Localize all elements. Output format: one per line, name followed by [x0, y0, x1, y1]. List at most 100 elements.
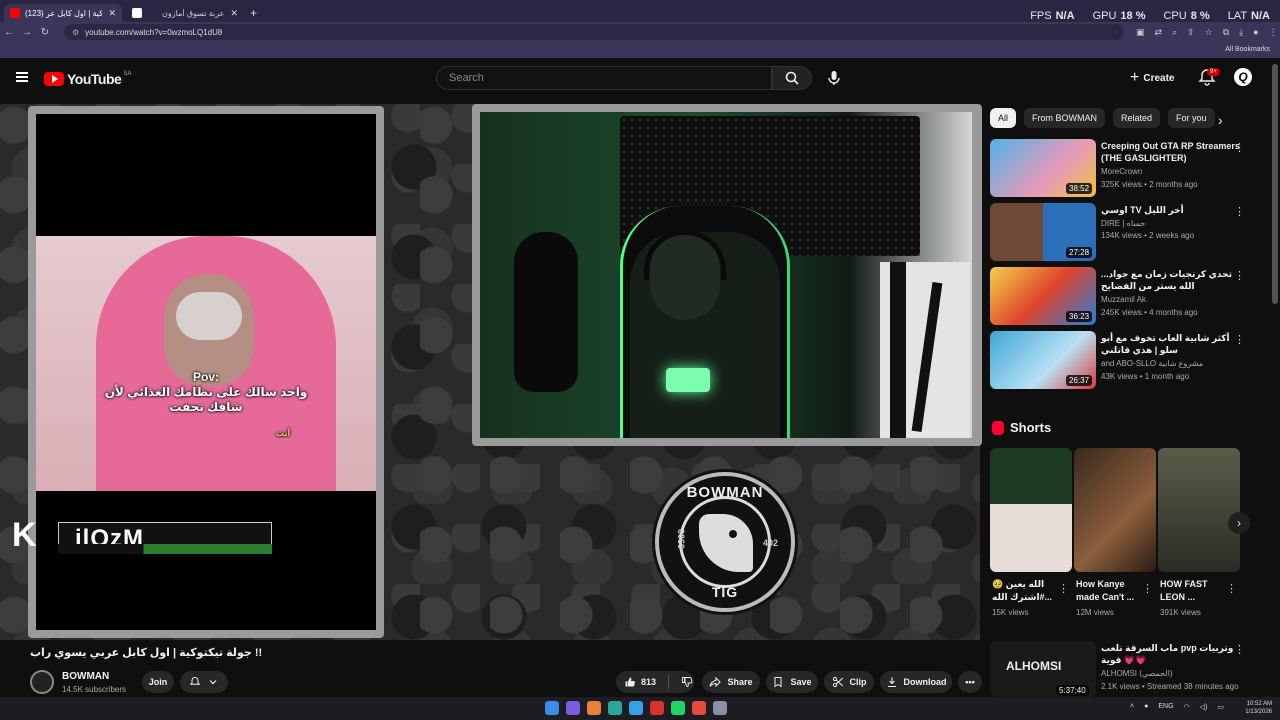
recommendation-title[interactable]: ماب السرقة نلعب pvp وتربيات قوية 💗💗: [1101, 642, 1241, 666]
wifi-icon[interactable]: ◠: [1184, 703, 1190, 711]
more-vertical-icon[interactable]: ⋮: [1234, 333, 1245, 346]
clip-button[interactable]: Clip: [824, 671, 874, 693]
page-scrollbar[interactable]: [1272, 64, 1278, 304]
install-app-icon[interactable]: ▣: [1136, 27, 1145, 38]
recommendation-channel[interactable]: MoreCrown: [1101, 167, 1142, 176]
browser-tab-amazon[interactable]: عربة تسوق أمازون ✕: [126, 4, 244, 22]
chevron-right-icon[interactable]: ›: [1218, 112, 1223, 128]
taskbar-app-icon[interactable]: [629, 701, 643, 715]
search-input[interactable]: [437, 67, 771, 89]
share-page-icon[interactable]: ⇪: [1187, 27, 1195, 38]
video-title: جولة تيكتوكية | اول كابل عربي يسوي راب !…: [30, 647, 263, 659]
site-info-icon[interactable]: ⚙: [72, 28, 79, 37]
short-title[interactable]: HOW FAST LEON ...: [1160, 578, 1230, 604]
zoom-icon[interactable]: ⌕: [1172, 27, 1177, 38]
short-title[interactable]: How Kanye made Can't ...: [1076, 578, 1146, 604]
duration-badge: 38:52: [1066, 183, 1093, 194]
taskbar-app-icon[interactable]: [608, 701, 622, 715]
new-tab-button[interactable]: +: [250, 6, 257, 20]
subscribed-bell-button[interactable]: [180, 671, 228, 693]
more-vertical-icon[interactable]: ⋮: [1234, 205, 1245, 218]
chip-all[interactable]: All: [990, 108, 1017, 128]
mic-tray-icon[interactable]: ●: [1144, 703, 1148, 711]
language-indicator[interactable]: ENG: [1158, 703, 1173, 711]
short-thumbnail[interactable]: [990, 448, 1072, 572]
share-button[interactable]: Share: [702, 671, 760, 693]
taskbar-app-icon[interactable]: [671, 701, 685, 715]
more-vertical-icon[interactable]: ⋮: [1226, 582, 1237, 595]
duration-badge: 27:28: [1066, 247, 1093, 258]
browser-tab-youtube[interactable]: (123) جولة تيكتوكية | اول كابل عر ✕: [4, 4, 122, 22]
volume-icon[interactable]: ◁): [1200, 703, 1208, 711]
bookmark-star-icon[interactable]: ☆: [1205, 27, 1213, 38]
recommendation-item[interactable]: 36:23 تحدي كرنجيات زمان مع جواد... الله …: [990, 267, 1260, 325]
profile-icon[interactable]: ●: [1253, 27, 1258, 38]
search-button[interactable]: [772, 66, 812, 90]
recommendation-title[interactable]: اوسي TV أخر الليل: [1101, 204, 1241, 216]
forward-arrow-icon[interactable]: →: [18, 27, 36, 38]
save-button[interactable]: Save: [766, 671, 818, 693]
recommendation-item[interactable]: 38:52 Creeping Out GTA RP Streamers (THE…: [990, 139, 1260, 197]
more-vertical-icon[interactable]: ⋮: [1234, 269, 1245, 282]
short-thumbnail[interactable]: [1158, 448, 1240, 572]
recommendation-channel[interactable]: and ABO-SLLO مشروع شابية: [1101, 359, 1203, 368]
taskbar-app-icon[interactable]: [587, 701, 601, 715]
reload-icon[interactable]: ↻: [36, 27, 54, 38]
recommendation-channel[interactable]: ALHOMSI (الحمصي): [1101, 669, 1173, 678]
recommendation-title[interactable]: Creeping Out GTA RP Streamers (THE GASLI…: [1101, 140, 1241, 164]
recommendation-channel[interactable]: Muzzamil Ak: [1101, 295, 1146, 304]
battery-icon[interactable]: ▭: [1217, 703, 1224, 711]
more-vertical-icon[interactable]: ⋮: [1234, 141, 1245, 154]
all-bookmarks-link[interactable]: All Bookmarks: [1225, 46, 1270, 53]
channel-avatar[interactable]: [30, 670, 54, 694]
back-arrow-icon[interactable]: ←: [0, 27, 18, 38]
more-actions-button[interactable]: •••: [958, 671, 982, 693]
hamburger-menu-icon[interactable]: [16, 72, 28, 82]
channel-name[interactable]: BOWMAN: [62, 671, 109, 682]
extensions-icon[interactable]: ⧉: [1223, 27, 1229, 38]
taskbar-app-icon[interactable]: [713, 701, 727, 715]
youtube-logo[interactable]: YouTube SA: [44, 71, 131, 87]
more-vertical-icon[interactable]: ⋮: [1058, 582, 1069, 595]
shorts-label: Shorts: [1010, 420, 1052, 435]
join-button[interactable]: Join: [142, 671, 174, 693]
voice-search-mic-icon[interactable]: [826, 70, 842, 86]
recommendation-item[interactable]: 27:28 اوسي TV أخر الليل DIRE | حساه 134K…: [990, 203, 1260, 261]
account-avatar[interactable]: Q: [1234, 68, 1252, 86]
thumbnail-text: ALHOMSI: [1006, 659, 1062, 673]
more-vertical-icon[interactable]: ⋮: [1142, 582, 1153, 595]
emblem-left-text: 0069: [676, 528, 687, 550]
taskbar-app-icon[interactable]: [566, 701, 580, 715]
taskbar-clock[interactable]: 10:52 AM 1/13/2026: [1245, 700, 1272, 716]
close-tab-icon[interactable]: ✕: [230, 8, 238, 19]
download-button[interactable]: Download: [880, 671, 952, 693]
browser-menu-icon[interactable]: ⋮: [1269, 27, 1278, 38]
short-thumbnail[interactable]: [1074, 448, 1156, 572]
recommendation-title[interactable]: أكثر شابية العاب تخوف مع أبو سلو | هذي ق…: [1101, 332, 1241, 356]
chip-for-you[interactable]: For you: [1168, 108, 1215, 128]
translate-icon[interactable]: ⇄: [1155, 27, 1163, 38]
recommendation-item-live[interactable]: ALHOMSI 5:37:40 ماب السرقة نلعب pvp وترب…: [990, 641, 1260, 697]
more-vertical-icon[interactable]: ⋮: [1234, 643, 1245, 656]
close-tab-icon[interactable]: ✕: [108, 8, 116, 19]
save-label: Save: [790, 677, 812, 687]
taskbar-app-icon[interactable]: [692, 701, 706, 715]
recommendation-item[interactable]: 26:37 أكثر شابية العاب تخوف مع أبو سلو |…: [990, 331, 1260, 389]
create-button[interactable]: + Create: [1130, 68, 1174, 88]
video-player[interactable]: Pov: واحد سالك على نظامك الغذائي لأن شاف…: [0, 104, 982, 640]
tray-chevron-icon[interactable]: ˄: [1130, 703, 1134, 711]
downloads-icon[interactable]: ⤓: [1239, 27, 1243, 38]
taskbar-app-icon[interactable]: [650, 701, 664, 715]
system-tray: ˄ ● ENG ◠ ◁) ▭: [1130, 703, 1224, 711]
youtube-favicon-icon: [10, 8, 20, 18]
url-field[interactable]: ⚙ youtube.com/watch?v=0wzmoLQ1dU8: [64, 24, 1124, 40]
shorts-next-arrow-icon[interactable]: ›: [1228, 512, 1250, 534]
like-button[interactable]: 813: [624, 676, 656, 688]
chip-related[interactable]: Related: [1113, 108, 1161, 128]
recommendation-title[interactable]: تحدي كرنجيات زمان مع جواد... الله يستر م…: [1101, 268, 1241, 292]
chip-from-channel[interactable]: From BOWMAN: [1024, 108, 1106, 128]
thumbs-down-icon[interactable]: [681, 676, 693, 688]
taskbar-app-icon[interactable]: [545, 701, 559, 715]
recommendation-channel[interactable]: DIRE | حساه: [1101, 219, 1145, 228]
short-title[interactable]: الله يعين 🥹 ...#اشترك الله: [992, 578, 1062, 604]
